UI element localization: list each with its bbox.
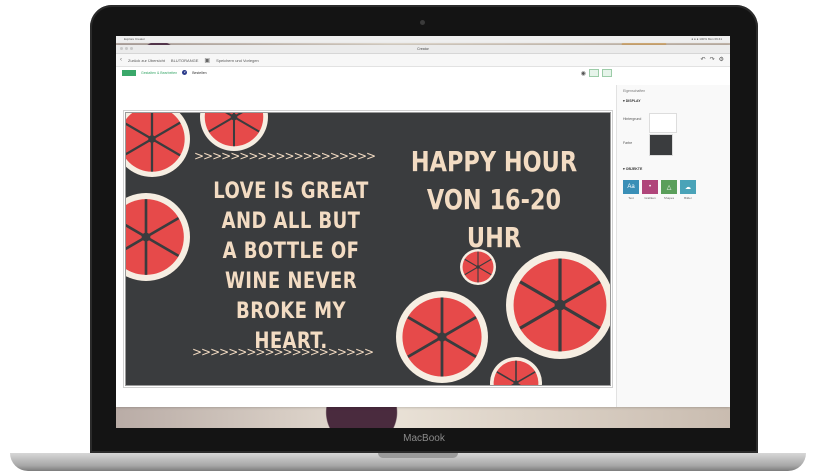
happy-hour-title: HAPPY HOUR	[410, 145, 578, 178]
object-images[interactable]: ☁ Bilder	[680, 180, 696, 200]
step-1-indicator[interactable]	[122, 69, 136, 76]
view-toggle-a[interactable]	[589, 69, 599, 77]
toolbar-save-link[interactable]: Speichern und Vorlegen	[216, 58, 259, 63]
object-label: Bilder	[684, 196, 692, 200]
object-label: Shapes	[663, 196, 675, 200]
undo-icon[interactable]: ↶	[701, 56, 706, 63]
app-window: Creator ‹ Zurück zur Übersicht BLUTORANG…	[116, 45, 730, 407]
redo-icon[interactable]: ↷	[710, 56, 715, 63]
graphic-icon: •	[642, 180, 658, 194]
color-swatch[interactable]	[649, 134, 673, 156]
toolbar-back-link[interactable]: Zurück zur Übersicht	[128, 58, 165, 63]
eye-icon[interactable]: ◉	[581, 70, 586, 77]
grapefruit-slice-7	[490, 357, 542, 385]
happy-hour-text-block[interactable]: HAPPY HOUR VON 16-20 UHR	[406, 143, 582, 257]
section-objects: ▾ OBJEKTE	[617, 165, 648, 173]
device-brand: MacBook	[403, 433, 445, 444]
step-2-label[interactable]: Bestellen	[192, 71, 206, 75]
design-canvas[interactable]: >>>>>>>>>>>>>>>>>>>> LOVE IS GREAT AND A…	[126, 113, 610, 385]
object-label: Text	[628, 196, 634, 200]
object-graphics[interactable]: • Grafiken	[642, 180, 658, 200]
quote-line: AND ALL BUT	[221, 209, 361, 234]
image-icon: ☁	[680, 180, 696, 194]
laptop-base	[10, 453, 806, 471]
toolbar-project-name[interactable]: BLUTORANGE	[171, 58, 199, 63]
grapefruit-slice-3	[126, 193, 190, 281]
grapefruit-slice-6	[396, 291, 488, 383]
object-palette: Aa Text • Grafiken △ Shapes ☁ Bilder	[623, 180, 696, 200]
step-1-label[interactable]: Gestalten & Bearbeiten	[141, 71, 177, 75]
grapefruit-slice-2	[200, 113, 268, 151]
camera-icon	[420, 20, 425, 25]
object-shapes[interactable]: △ Shapes	[661, 180, 677, 200]
close-button[interactable]	[120, 47, 123, 50]
background-label: Hintergrund	[623, 117, 642, 121]
menubar-app-name[interactable]: Explore Creator	[124, 37, 145, 41]
quote-line: A BOTTLE OF	[222, 239, 360, 264]
panel-header: Eigenschaften	[623, 89, 646, 93]
window-controls	[120, 47, 133, 50]
settings-icon[interactable]: ⚙	[719, 56, 724, 63]
object-label: Grafiken	[644, 196, 656, 200]
arrow-decoration-bottom: >>>>>>>>>>>>>>>>>>>>	[192, 345, 374, 359]
text-icon: Aa	[623, 180, 639, 194]
grapefruit-slice-1	[126, 113, 190, 177]
color-label: Farbe	[623, 141, 633, 145]
laptop-notch	[378, 453, 458, 458]
quote-text-block[interactable]: LOVE IS GREAT AND ALL BUT A BOTTLE OF WI…	[205, 177, 377, 357]
window-title: Creator	[417, 47, 429, 51]
step-2-badge: 2	[182, 70, 188, 75]
grapefruit-slice-5	[506, 251, 610, 359]
chevron-down-icon[interactable]: ▾	[623, 167, 625, 171]
section-display: ▾ DISPLAY	[617, 97, 730, 105]
minimize-button[interactable]	[125, 47, 128, 50]
toolbar-right-icons: ↶ ↷ ⚙	[701, 56, 724, 63]
section-display-title: DISPLAY	[625, 99, 641, 103]
menubar-status: ● ● ● 100% Mon 09:41	[691, 37, 722, 41]
happy-hour-time: VON 16-20 UHR	[426, 183, 562, 254]
section-objects-title: OBJEKTE	[625, 167, 643, 171]
save-icon[interactable]: ▣	[204, 57, 210, 64]
view-tools: ◉	[581, 69, 612, 77]
background-swatch[interactable]	[649, 113, 677, 133]
arrow-decoration-top: >>>>>>>>>>>>>>>>>>>>	[194, 149, 376, 163]
system-menubar: Explore Creator ● ● ● 100% Mon 09:41	[116, 36, 730, 43]
object-text[interactable]: Aa Text	[623, 180, 639, 200]
app-toolbar: ‹ Zurück zur Übersicht BLUTORANGE ▣ Spei…	[116, 54, 730, 67]
view-toggle-b[interactable]	[602, 69, 612, 77]
properties-panel: Eigenschaften ▾ DISPLAY Hintergrund Farb…	[616, 85, 730, 407]
step-bar: Gestalten & Bearbeiten 2 Bestellen ◉	[116, 67, 730, 78]
window-titlebar: Creator	[116, 45, 730, 54]
back-icon[interactable]: ‹	[120, 57, 122, 63]
quote-line: LOVE IS GREAT	[213, 179, 369, 204]
screen: Explore Creator ● ● ● 100% Mon 09:41 Cre…	[116, 36, 730, 428]
zoom-button[interactable]	[130, 47, 133, 50]
quote-line: WINE NEVER	[224, 269, 358, 294]
shape-icon: △	[661, 180, 677, 194]
chevron-down-icon[interactable]: ▾	[623, 99, 625, 103]
